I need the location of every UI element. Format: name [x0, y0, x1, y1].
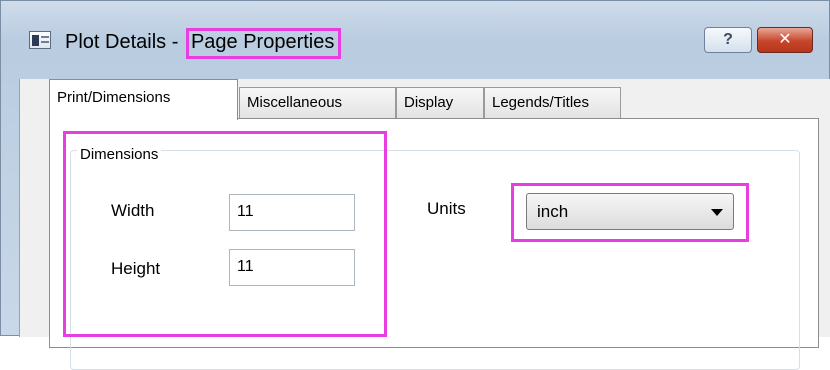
- units-selected-value: inch: [537, 202, 569, 221]
- app-icon: [29, 31, 51, 49]
- title-prefix: Plot Details -: [65, 31, 184, 53]
- title-highlight: Page Properties: [185, 28, 342, 59]
- height-input[interactable]: 11: [229, 249, 355, 286]
- units-select[interactable]: inch: [526, 193, 734, 230]
- width-input[interactable]: 11: [229, 194, 355, 231]
- tab-miscellaneous[interactable]: Miscellaneous: [239, 87, 396, 118]
- window-title: Plot Details - Page Properties: [65, 28, 342, 59]
- title-bar[interactable]: Plot Details - Page Properties ? ✕: [1, 1, 830, 79]
- tab-display[interactable]: Display: [396, 87, 484, 118]
- close-button[interactable]: ✕: [757, 27, 813, 53]
- height-label: Height: [111, 259, 161, 278]
- tab-print-dimensions[interactable]: Print/Dimensions: [49, 79, 238, 120]
- units-label: Units: [427, 199, 466, 218]
- tab-legends-titles[interactable]: Legends/Titles: [484, 87, 621, 118]
- help-button[interactable]: ?: [704, 27, 752, 53]
- width-label: Width: [111, 201, 155, 220]
- dimensions-highlight-box: [63, 131, 387, 337]
- chevron-down-icon: [711, 209, 723, 216]
- plot-details-dialog: Plot Details - Page Properties ? ✕ Print…: [0, 0, 830, 370]
